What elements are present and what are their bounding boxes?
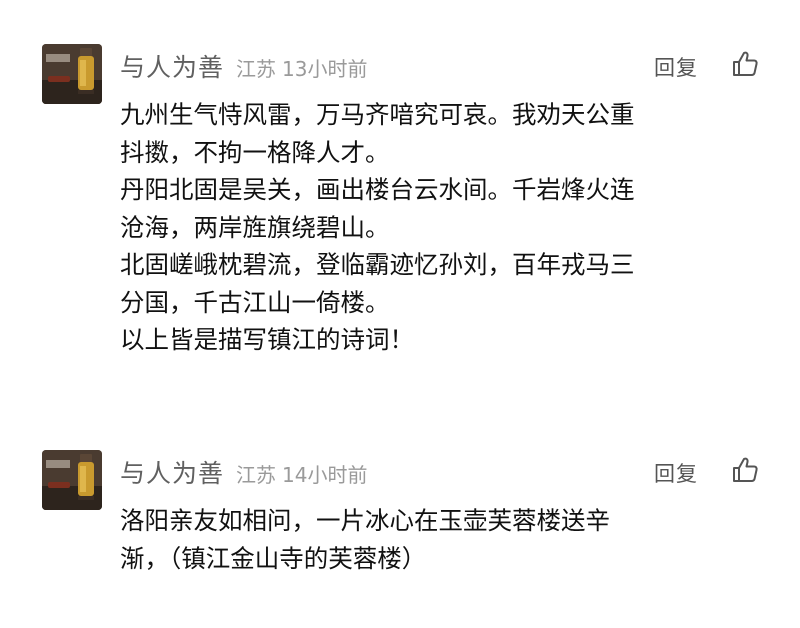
comment-header: 与人为善 江苏 14小时前 (120, 454, 367, 490)
timestamp: 13小时前 (282, 57, 368, 81)
thumbs-up-icon[interactable] (731, 456, 759, 484)
avatar-image (42, 44, 102, 104)
comment-line: 渐，（镇江金山寺的芙蓉楼） (120, 543, 427, 573)
avatar-image (42, 450, 102, 510)
avatar[interactable] (42, 450, 102, 510)
comment-line: 分国，千古江山一倚楼。 (120, 287, 390, 317)
thumbs-up-icon[interactable] (731, 50, 759, 78)
comment-line: 北固嵯峨枕碧流，登临霸迹忆孙刘，百年戎马三 (120, 250, 635, 279)
comment-body: 九州生气恃风雷，万马齐喑究可哀。我劝天公重 抖擞，不拘一格降人才。 丹阳北固是吴… (120, 96, 760, 359)
comment-line: 以上皆是描写镇江的诗词！ (120, 325, 414, 354)
reply-button[interactable]: 回复 (654, 458, 698, 488)
comment-line: 洛阳亲友如相问，一片冰心在玉壶芙蓉楼送辛 (120, 506, 610, 535)
comment-line: 沧海，两岸旌旗绕碧山。 (120, 212, 390, 242)
reply-button[interactable]: 回复 (654, 52, 698, 82)
comment-line: 丹阳北固是吴关，画出楼台云水间。千岩烽火连 (120, 175, 635, 204)
location-label: 江苏 (236, 57, 277, 81)
location-label: 江苏 (236, 463, 277, 487)
comment-line: 九州生气恃风雷，万马齐喑究可哀。我劝天公重 (120, 100, 635, 129)
username[interactable]: 与人为善 (120, 48, 224, 84)
avatar[interactable] (42, 44, 102, 104)
username[interactable]: 与人为善 (120, 454, 224, 490)
timestamp: 14小时前 (282, 463, 368, 487)
comment-meta: 江苏 14小时前 (236, 459, 367, 488)
comment-header: 与人为善 江苏 13小时前 (120, 48, 367, 84)
comment-line: 抖擞，不拘一格降人才。 (120, 137, 390, 167)
comment-meta: 江苏 13小时前 (236, 53, 367, 82)
comment-body: 洛阳亲友如相问，一片冰心在玉壶芙蓉楼送辛 渐，（镇江金山寺的芙蓉楼） (120, 502, 760, 577)
